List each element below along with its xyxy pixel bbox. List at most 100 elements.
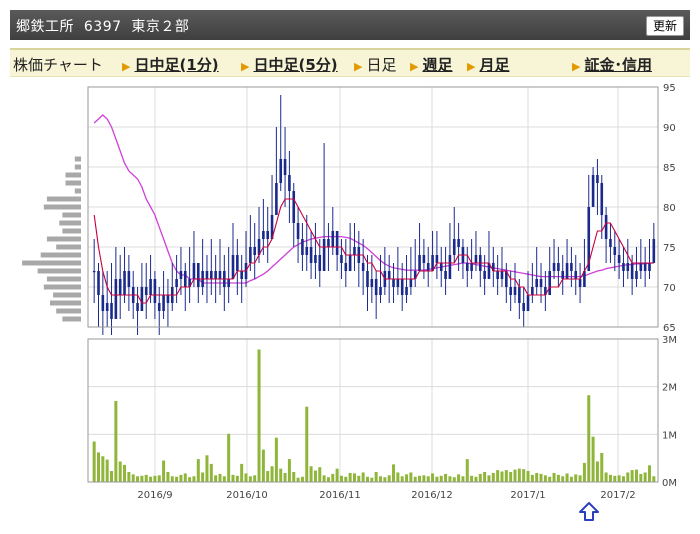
candle-body (348, 255, 352, 271)
candle-body (509, 287, 512, 295)
volume-bar (305, 406, 309, 482)
volume-bar (110, 471, 114, 482)
volume-bar (209, 463, 213, 482)
candle-body (214, 271, 217, 279)
candle-body (279, 159, 283, 183)
volume-bar (144, 474, 148, 482)
volume-bar (127, 471, 131, 482)
volume-bar (405, 474, 409, 482)
candle-body (123, 271, 126, 295)
volume-tick-label: 2M (662, 383, 677, 394)
volume-bar (530, 474, 534, 482)
candle-body (652, 239, 656, 263)
volume-profile-bar (37, 268, 81, 274)
volume-bar (274, 437, 278, 482)
volume-bar (418, 475, 422, 482)
candle-body (296, 223, 300, 239)
volume-bar (292, 471, 296, 482)
date-tick-label: 2016/10 (226, 490, 268, 501)
stock-chart: 95 90 85 80 75 70 653M 2M 1M 0M 2016/9 2016/10 2016/… (22, 83, 677, 521)
volume-profile-bar (40, 252, 81, 258)
price-tick-label: 65 (663, 323, 676, 334)
candle-body (97, 271, 100, 295)
volume-bar (379, 476, 383, 482)
volume-bar (261, 449, 265, 482)
volume-bar (201, 472, 205, 482)
volume-bar (162, 460, 166, 482)
candle-body (457, 239, 460, 247)
volume-tick-label: 0M (662, 478, 677, 489)
volume-bar (183, 473, 187, 482)
volume-bar (196, 459, 200, 482)
volume-bar (652, 476, 656, 482)
candle-body (435, 255, 439, 263)
candle-body (292, 191, 296, 223)
candle-body (153, 279, 157, 303)
candle-body (353, 247, 356, 255)
candle-body (578, 279, 582, 287)
volume-bar (248, 476, 252, 482)
candle-body (535, 279, 538, 287)
candle-body (405, 287, 408, 295)
volume-bar (630, 470, 634, 482)
price-tick-label: 90 (663, 123, 676, 134)
candle-body (513, 287, 517, 295)
volume-profile-bar (62, 212, 81, 218)
volume-bar (522, 469, 526, 482)
volume-bar (326, 477, 330, 482)
volume-bar (149, 476, 153, 482)
volume-bar (296, 477, 300, 482)
volume-profile-bar (65, 180, 81, 186)
candle-body (361, 263, 365, 271)
candle-body (622, 263, 625, 271)
volume-bar (569, 476, 573, 482)
candle-body (531, 287, 534, 295)
volume-bar (175, 476, 179, 482)
candle-body (474, 255, 478, 263)
candle-body (465, 263, 469, 271)
volume-bar (352, 473, 356, 482)
volume-bar (270, 466, 274, 482)
candle-body (322, 239, 326, 271)
candle-body (630, 263, 634, 279)
candle-body (561, 271, 565, 279)
volume-bar (240, 463, 244, 482)
candle-body (331, 231, 335, 247)
volume-bar (422, 475, 426, 482)
candle-body (175, 279, 178, 287)
volume-bar (565, 473, 569, 482)
volume-profile-bar (62, 316, 81, 322)
candle-body (340, 255, 343, 263)
candle-body (305, 247, 309, 255)
volume-bar (526, 471, 530, 482)
date-tick-label: 2016/12 (411, 490, 453, 501)
volume-profile-bar (46, 276, 81, 282)
candle-body (643, 263, 647, 271)
volume-bar (487, 475, 491, 482)
volume-bar (205, 455, 209, 482)
volume-bar (621, 476, 625, 482)
candle-body (179, 271, 183, 279)
date-tick-label: 2016/11 (319, 490, 361, 501)
candle-body (105, 303, 109, 311)
volume-bar (257, 349, 261, 482)
candle-body (639, 263, 643, 271)
volume-bar (491, 472, 495, 482)
marker-group (579, 502, 599, 521)
volume-bar (170, 476, 174, 482)
volume-bar (192, 476, 196, 482)
volume-profile-bar (74, 164, 81, 170)
volume-bar (574, 474, 578, 482)
candle-body (192, 263, 196, 279)
candle-body (596, 175, 599, 183)
candle-body (166, 295, 170, 303)
volume-bar (509, 471, 513, 482)
candle-body (327, 239, 330, 247)
volume-bar (136, 476, 140, 482)
volume-bar (235, 475, 239, 482)
candle-body (626, 263, 630, 271)
volume-panel-border (87, 338, 659, 483)
candle-body (409, 279, 413, 287)
volume-bar (118, 461, 122, 482)
candle-body (444, 271, 447, 279)
